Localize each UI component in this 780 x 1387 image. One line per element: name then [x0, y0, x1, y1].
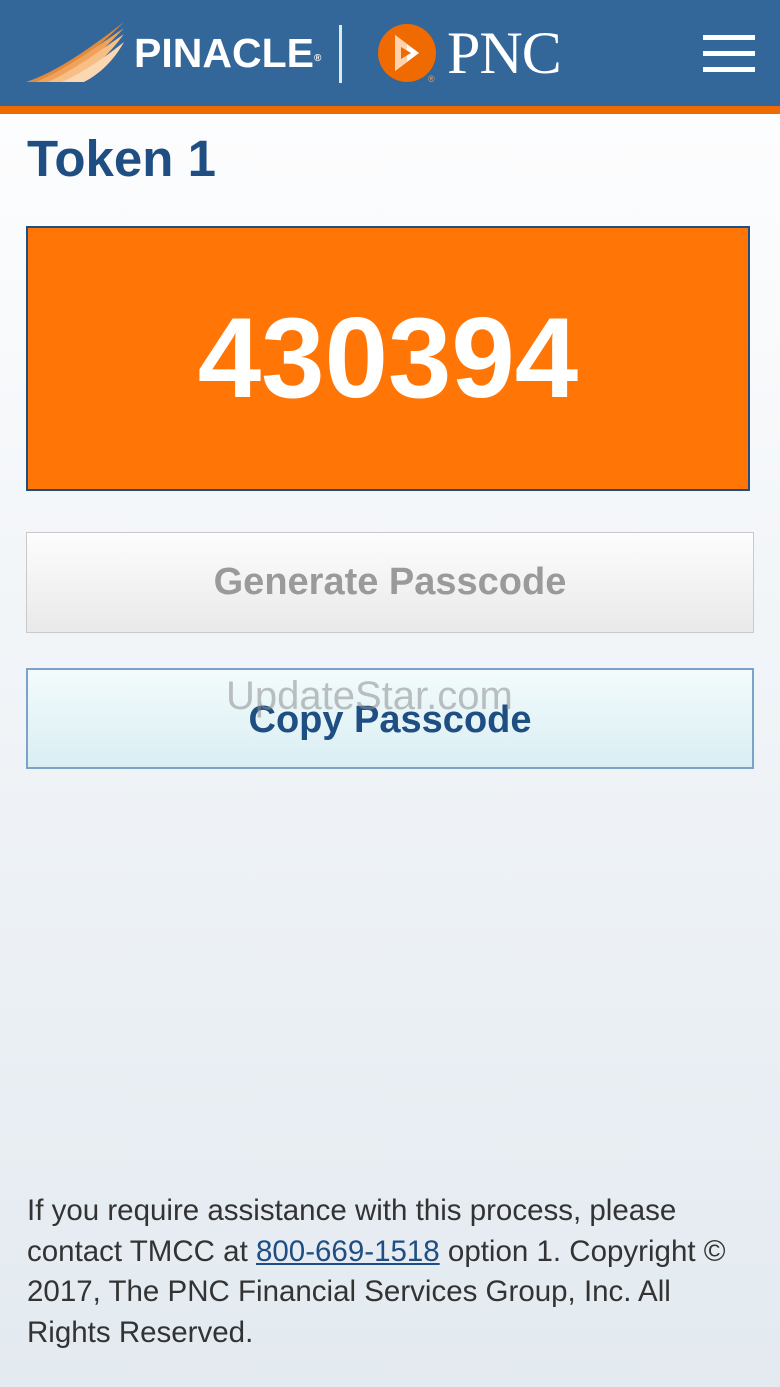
pinacle-logo-text: PINACLE®	[134, 30, 322, 76]
registered-mark: ®	[313, 53, 322, 64]
pnc-logo-text: PNC	[447, 20, 562, 86]
menu-bar	[703, 51, 755, 56]
app-header: PINACLE® ® PNC	[0, 0, 780, 106]
menu-bar	[703, 35, 755, 40]
hamburger-menu-icon[interactable]	[703, 35, 755, 73]
header-accent-stripe	[0, 106, 780, 114]
phone-link[interactable]: 800-669-1518	[256, 1235, 440, 1268]
generate-passcode-button[interactable]: Generate Passcode	[26, 532, 754, 633]
pinacle-swoosh-icon	[26, 22, 124, 82]
passcode-value: 430394	[197, 295, 579, 422]
footer-text: If you require assistance with this proc…	[27, 1191, 762, 1353]
assistance-suffix: option 1.	[447, 1234, 562, 1268]
menu-bar	[703, 67, 755, 72]
page-title: Token 1	[27, 130, 216, 187]
passcode-display: 430394	[26, 226, 750, 491]
logo-divider	[339, 25, 342, 83]
watermark: UpdateStar.com	[226, 674, 513, 718]
pnc-registered-mark: ®	[428, 74, 435, 84]
